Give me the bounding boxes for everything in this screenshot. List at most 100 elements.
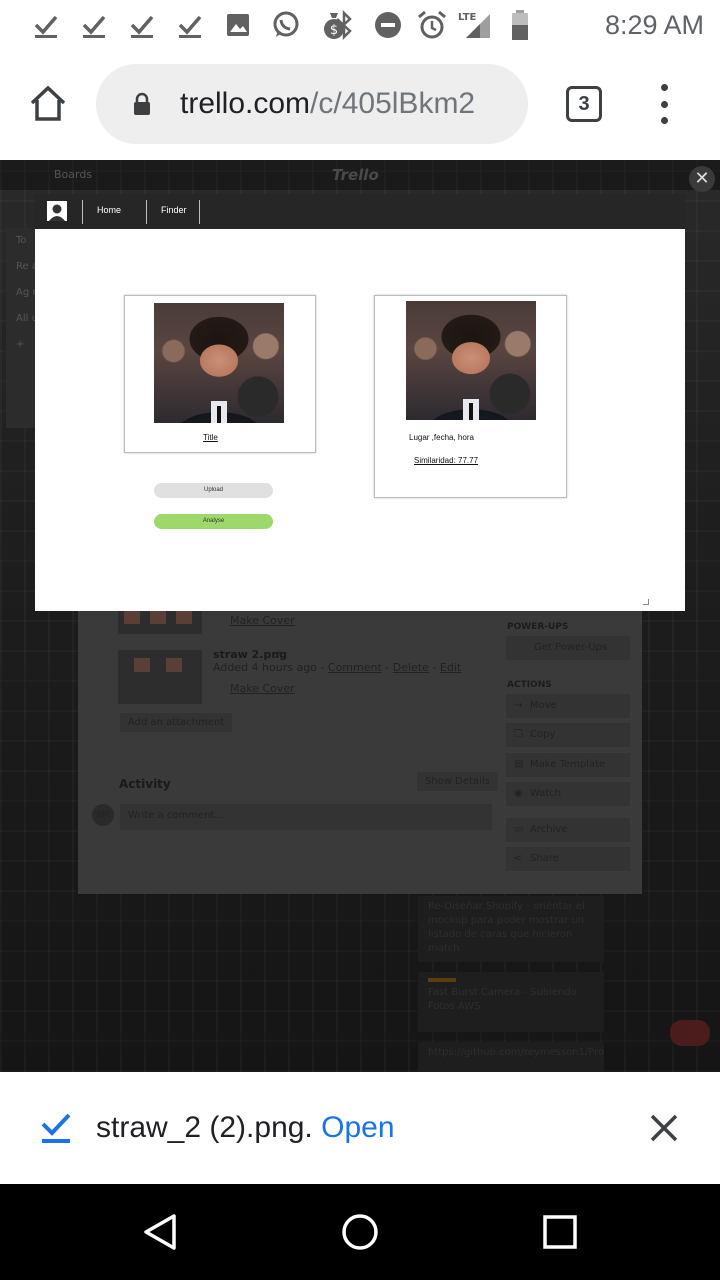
- button-label: Share: [530, 853, 559, 864]
- url-text: trello.com/c/405lBkm2: [180, 84, 475, 124]
- button-label: Archive: [530, 824, 568, 835]
- svg-text:LTE: LTE: [458, 12, 477, 23]
- card-detail-panel: Make Cover straw 2.png ↗ Added 4 hours a…: [78, 604, 642, 894]
- card-title: Fast Burst Camera - Subiendo Fotos AWS: [428, 987, 577, 1012]
- download-complete-icon: [41, 1113, 71, 1143]
- template-icon: ▤: [514, 759, 524, 770]
- overflow-menu-button[interactable]: [654, 84, 674, 124]
- card-title: https://github.com/reymesson1/Pro: [428, 1047, 605, 1058]
- check-icon: [70, 8, 118, 42]
- whatsapp-icon: [262, 8, 310, 42]
- recents-icon[interactable]: [540, 1212, 580, 1252]
- separator: -: [428, 661, 440, 674]
- show-details-button[interactable]: Show Details: [417, 772, 498, 791]
- home-icon: [30, 85, 66, 121]
- nav-finder-link[interactable]: Finder: [161, 205, 187, 215]
- app-navbar: Home Finder: [35, 194, 685, 229]
- trello-logo: Trello: [332, 166, 379, 184]
- make-cover-link[interactable]: Make Cover: [230, 682, 295, 695]
- archive-icon: ▭: [514, 824, 524, 835]
- comment-input[interactable]: Write a comment...: [120, 804, 492, 830]
- eye-icon: ◉: [514, 788, 523, 799]
- move-button[interactable]: → Move: [506, 694, 630, 718]
- boards-button[interactable]: Boards: [54, 168, 92, 181]
- lock-icon: [134, 92, 150, 115]
- avatar[interactable]: RM: [92, 804, 114, 826]
- system-icons: LTE: [324, 8, 540, 42]
- home-button[interactable]: [26, 82, 70, 126]
- list-card[interactable]: https://github.com/reymesson1/Pro: [418, 1042, 604, 1072]
- upload-panel: Title: [124, 295, 316, 453]
- back-icon[interactable]: [140, 1212, 180, 1252]
- nav-home-link[interactable]: Home: [97, 205, 121, 215]
- trello-header: Boards Trello: [0, 160, 720, 190]
- delete-link[interactable]: Delete: [393, 661, 429, 674]
- lte-signal-icon: LTE: [456, 8, 496, 42]
- get-power-ups-button[interactable]: Get Power-Ups: [506, 636, 630, 660]
- power-ups-heading: POWER-UPS: [507, 622, 569, 632]
- attachment-thumbnail[interactable]: [118, 650, 202, 704]
- location-date-time: Lugar ,fecha, hora: [409, 433, 474, 442]
- share-icon: <: [514, 853, 523, 864]
- alarm-icon: [412, 8, 452, 42]
- open-download-link[interactable]: Open: [321, 1111, 394, 1144]
- comment-link[interactable]: Comment: [328, 661, 382, 674]
- external-link-icon[interactable]: ↗: [273, 648, 282, 661]
- activity-title: Activity: [119, 777, 171, 791]
- similarity-score: Similaridad: 77.77: [414, 456, 479, 465]
- copy-button[interactable]: ❐ Copy: [506, 723, 630, 747]
- button-label: Make Template: [530, 759, 606, 770]
- button-label: Move: [530, 700, 557, 711]
- do-not-disturb-icon: [368, 8, 408, 42]
- actions-heading: ACTIONS: [507, 680, 552, 690]
- notification-icons: $: [22, 8, 358, 42]
- photo-title: Title: [203, 433, 218, 442]
- archive-button[interactable]: ▭ Archive: [506, 818, 630, 842]
- match-panel: Lugar ,fecha, hora Similaridad: 77.77: [374, 295, 567, 498]
- watch-button[interactable]: ◉ Watch: [506, 782, 630, 806]
- share-button[interactable]: < Share: [506, 847, 630, 871]
- copy-icon: ❐: [514, 729, 523, 740]
- face-photo: [406, 301, 536, 420]
- upload-button[interactable]: Upload: [154, 483, 273, 498]
- arrow-right-icon: →: [514, 700, 523, 711]
- attachment-preview: Home Finder Title Upload Analyse Lugar ,…: [35, 194, 685, 611]
- bluetooth-icon: [324, 8, 364, 42]
- clock: 8:29 AM: [604, 10, 704, 40]
- edit-link[interactable]: Edit: [440, 661, 461, 674]
- separator: -: [381, 661, 393, 674]
- list-card[interactable]: Re-Diseñar Shopify - orientar el mockup …: [418, 896, 604, 962]
- check-icon: [118, 8, 166, 42]
- close-icon[interactable]: [648, 1112, 680, 1144]
- status-bar: $ LTE 8:29 AM: [0, 0, 720, 50]
- resize-handle: [643, 599, 649, 605]
- make-template-button[interactable]: ▤ Make Template: [506, 753, 630, 777]
- analyse-button[interactable]: Analyse: [154, 514, 273, 529]
- button-label: Watch: [530, 788, 562, 799]
- battery-icon: [500, 8, 540, 42]
- download-filename: straw_2 (2).png.: [96, 1111, 313, 1144]
- url-bar[interactable]: trello.com/c/405lBkm2: [96, 64, 528, 144]
- add-attachment-button[interactable]: Add an attachment: [120, 713, 233, 732]
- close-icon[interactable]: ✕: [689, 166, 715, 192]
- face-icon: [47, 201, 67, 221]
- url-host: trello.com: [180, 87, 311, 120]
- browser-toolbar: trello.com/c/405lBkm2 3: [0, 50, 720, 160]
- card-title: Re-Diseñar Shopify - orientar el mockup …: [428, 901, 585, 954]
- url-path: /c/405lBkm2: [310, 87, 476, 120]
- make-cover-link[interactable]: Make Cover: [230, 614, 295, 627]
- check-icon: [166, 8, 214, 42]
- attachment-added: Added 4 hours ago -: [213, 661, 325, 674]
- notification-badge: [670, 1020, 710, 1046]
- attachment-meta: Added 4 hours ago - Comment - Delete - E…: [213, 661, 461, 674]
- image-icon: [214, 8, 262, 42]
- download-infobar: straw_2 (2).png. Open: [0, 1072, 720, 1184]
- download-message: straw_2 (2).png. Open: [96, 1108, 395, 1148]
- face-photo: [154, 303, 284, 423]
- home-icon[interactable]: [340, 1212, 380, 1252]
- list-card[interactable]: Fast Burst Camera - Subiendo Fotos AWS: [418, 972, 604, 1032]
- button-label: Copy: [530, 729, 556, 740]
- check-icon: [22, 8, 70, 42]
- system-navigation-bar: [0, 1184, 720, 1280]
- tab-switcher-button[interactable]: 3: [566, 86, 602, 122]
